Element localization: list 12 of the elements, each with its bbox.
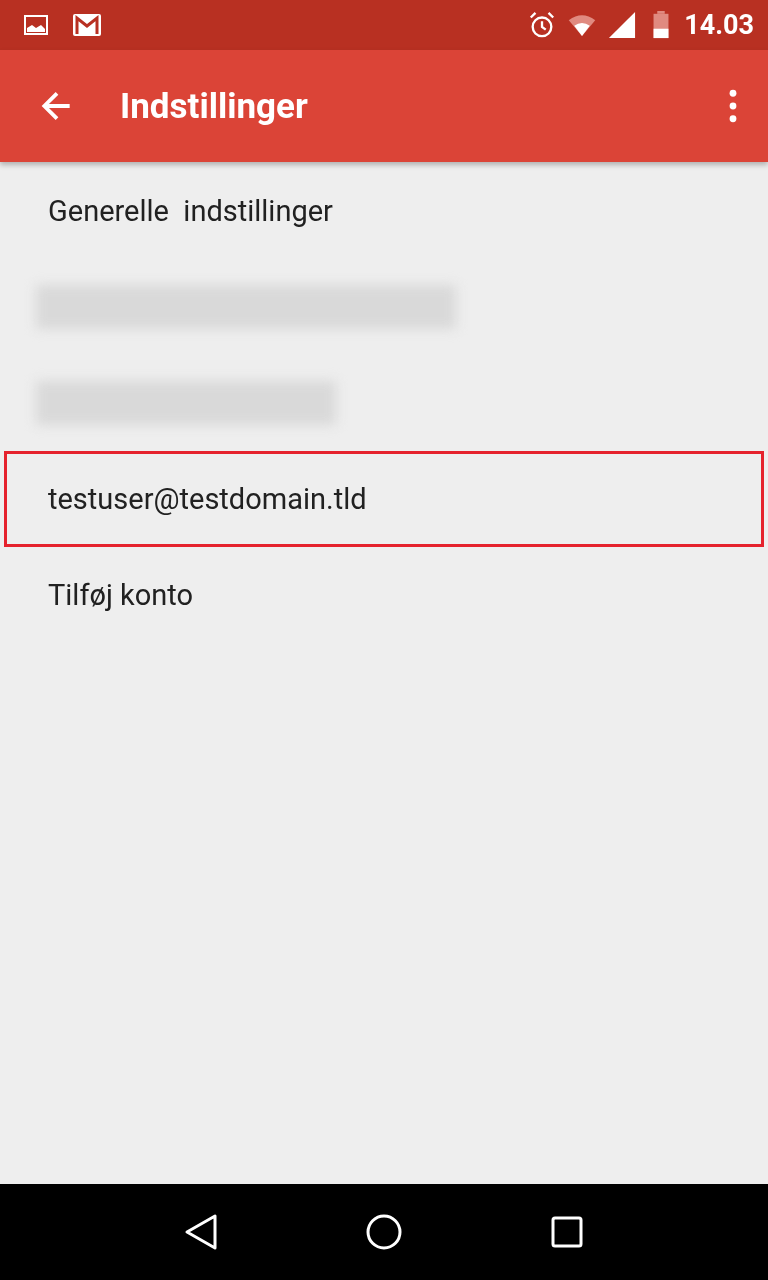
settings-item[interactable]: Generelle indstillinger — [48, 194, 333, 228]
battery-icon — [652, 11, 671, 39]
alarm-icon — [528, 11, 557, 39]
home-icon[interactable] — [364, 1212, 404, 1252]
status-time: 14.03 — [684, 9, 754, 41]
signal-icon — [608, 11, 637, 39]
picture-icon — [24, 14, 48, 36]
screen-title: Indstillinger — [120, 85, 309, 127]
mail-icon — [72, 13, 102, 37]
settings-item[interactable]: testuser@testdomain.tld — [48, 482, 367, 516]
settings-item[interactable]: Tilføj konto — [48, 578, 194, 612]
more-options-icon[interactable] — [728, 89, 738, 123]
